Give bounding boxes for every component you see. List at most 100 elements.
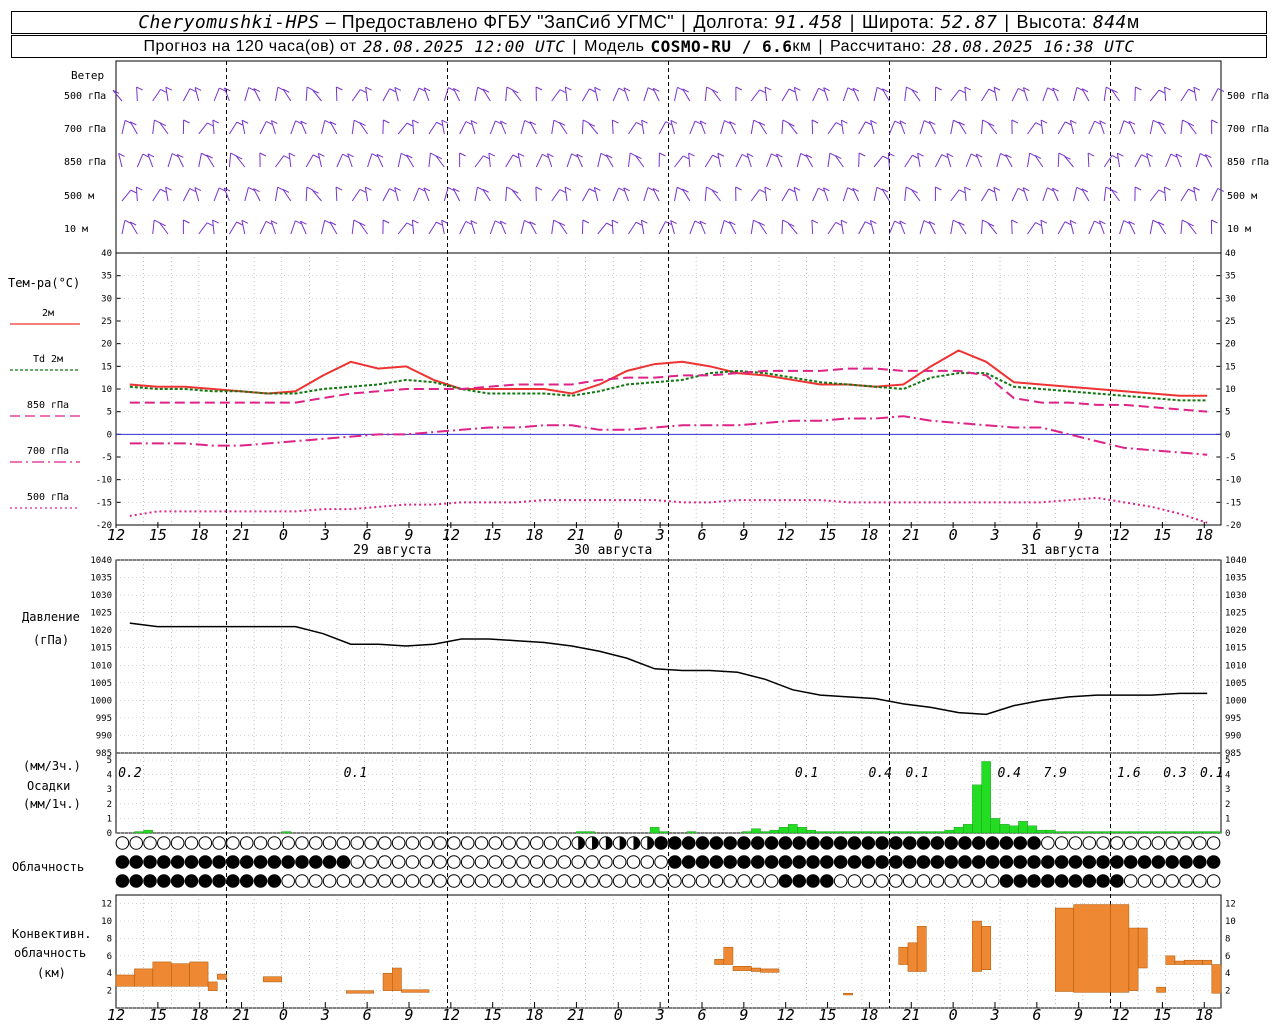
cloud-symbol	[1027, 836, 1041, 850]
wind-barb-flag	[206, 222, 214, 227]
wind-barb	[1073, 87, 1078, 102]
wind-barb	[288, 153, 292, 168]
temp-title: Тем-ра(°C)	[8, 276, 80, 290]
precip-bar	[1119, 831, 1130, 834]
cloud-symbol	[1110, 836, 1124, 850]
temp-ytick-label-right: 30	[1225, 294, 1236, 304]
wind-barb-flag	[1040, 219, 1048, 224]
cloud-symbol	[958, 836, 972, 850]
wind-barb	[1116, 153, 1121, 168]
hour-label-temp: 12	[442, 526, 460, 544]
conv-bar	[392, 967, 402, 991]
cloud-symbol	[350, 855, 365, 869]
cloud-symbol	[902, 855, 917, 869]
cloud-symbol	[543, 855, 558, 869]
cloud-symbol	[143, 855, 157, 869]
cloud-symbol	[571, 874, 586, 888]
precip-bar	[281, 831, 292, 834]
hour-label-temp: 12	[777, 526, 795, 544]
cloud-symbol	[212, 855, 226, 869]
precip-bar	[981, 761, 991, 834]
cloud-symbol	[820, 874, 834, 888]
wind-barb-flag	[706, 86, 713, 91]
wind-barb-flag	[160, 88, 167, 93]
wind-barb-flag	[1035, 122, 1042, 127]
precip-bar	[659, 831, 669, 834]
cloud-symbol	[184, 836, 199, 850]
wind-barb	[229, 121, 238, 135]
wind-barb-flag	[964, 186, 971, 191]
cloud-symbol	[695, 855, 710, 869]
cloud-symbol	[1013, 855, 1028, 869]
cloud-symbol	[944, 874, 958, 888]
precip-bar	[1009, 825, 1019, 834]
wind-barb	[112, 89, 123, 102]
wind-barb-flag	[506, 86, 514, 91]
wind-barb-flag	[1035, 222, 1042, 226]
cloud-symbol	[654, 874, 668, 888]
cloud-symbol	[737, 874, 751, 888]
cloud-symbol	[599, 874, 613, 888]
wind-barb-flag	[306, 186, 314, 191]
cloud-symbol	[1123, 855, 1138, 869]
wind-barb	[517, 153, 522, 168]
hour-label-temp: 12	[107, 526, 125, 544]
cloud-symbol	[557, 874, 572, 888]
cloud-symbol	[916, 874, 931, 888]
wind-barb	[781, 88, 790, 102]
cloud-symbol	[529, 874, 544, 888]
wind-barb	[305, 86, 308, 102]
wind-barb	[182, 88, 191, 102]
cloud-symbol	[1123, 874, 1138, 888]
wind-barb	[612, 187, 620, 202]
wind-barb-flag	[1105, 186, 1113, 191]
cloud-symbol	[971, 874, 986, 888]
cloud-symbol	[322, 836, 337, 850]
cloud-symbol	[281, 855, 295, 869]
cloud-symbol	[295, 855, 309, 869]
cloud-symbol	[930, 855, 945, 869]
cloud-symbol	[806, 836, 820, 850]
cloud-symbol	[640, 855, 655, 869]
wind-barb-flag	[153, 219, 161, 224]
wind-barb-flag	[288, 152, 296, 157]
wind-barb-flag	[389, 88, 396, 93]
conv-bar	[972, 920, 982, 972]
wind-barb-flag	[1134, 186, 1142, 191]
precip-bar	[1211, 831, 1222, 834]
wind-barb-flag	[1076, 186, 1083, 191]
wind-barb-flag	[488, 152, 496, 157]
cloud-symbol	[281, 874, 295, 888]
hour-label-conv: 6	[1032, 1006, 1041, 1024]
wind-barb	[336, 154, 344, 168]
hour-label-temp: 15	[149, 526, 167, 544]
wind-barb-flag	[1105, 86, 1113, 91]
wind-barb	[594, 87, 599, 102]
cloud-symbol	[460, 836, 475, 850]
wind-barb	[275, 155, 285, 168]
wind-barb-flag	[259, 152, 267, 157]
cloud-symbol	[1151, 855, 1166, 869]
cloud-symbol	[889, 855, 903, 869]
hour-label-temp: 6	[1032, 526, 1041, 544]
wind-barb	[274, 187, 279, 202]
precip-ytick-right: 0	[1225, 829, 1230, 839]
cloud-symbol	[529, 855, 544, 869]
cloud-symbol	[958, 855, 972, 869]
precip-bar	[898, 831, 909, 834]
wind-barb	[842, 87, 849, 102]
cloud-symbol	[433, 855, 447, 869]
wind-barb	[213, 87, 220, 102]
temp-ytick-label-right: 15	[1225, 362, 1236, 372]
conv-bar	[1110, 904, 1130, 993]
wind-barb	[840, 120, 844, 135]
wind-barb	[735, 154, 743, 168]
precip-total-label: 0.1	[1200, 766, 1223, 781]
hour-label-temp: 0	[949, 526, 958, 544]
cloud-symbol	[405, 836, 420, 850]
cloud-symbol	[750, 855, 765, 869]
wind-barb	[564, 87, 568, 102]
wind-barb	[811, 219, 814, 235]
precip-bar	[797, 827, 807, 834]
wind-barb	[312, 189, 322, 202]
